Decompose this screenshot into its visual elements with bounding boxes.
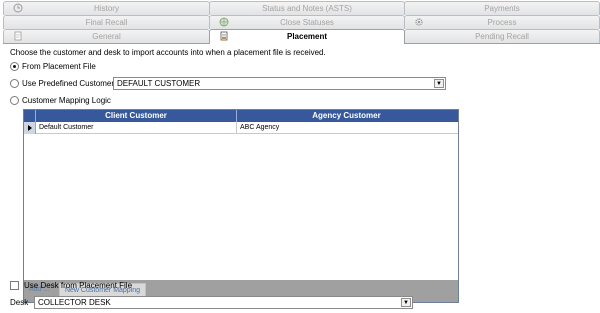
chevron-down-icon[interactable]: ▼: [401, 298, 411, 307]
tab-row-3: General Placement Pending Recall: [3, 29, 600, 44]
gear-icon: [415, 18, 423, 26]
column-header-client-customer[interactable]: Client Customer: [36, 110, 237, 122]
tab-payments[interactable]: Payments: [404, 1, 600, 15]
tab-process-label: Process: [487, 18, 517, 27]
grid-header-corner: [24, 110, 36, 122]
predefined-customer-label: Use Predefined Customer: [22, 79, 115, 88]
row-selector-arrow-icon[interactable]: [24, 122, 36, 134]
tab-row-1: History Status and Notes (ASTS) Payments: [3, 1, 600, 15]
tab-final-recall[interactable]: Final Recall: [3, 15, 210, 29]
document-icon: [14, 31, 22, 41]
use-desk-checkbox[interactable]: Use Desk from Placement File: [10, 281, 132, 290]
table-row[interactable]: Default Customer ABC Agency: [24, 122, 458, 134]
desk-select[interactable]: COLLECTOR DESK ▼: [34, 296, 413, 309]
grid-header: Client Customer Agency Customer: [24, 110, 458, 122]
tab-payments-label: Payments: [484, 4, 520, 13]
tab-placement[interactable]: Placement: [209, 29, 405, 44]
customer-mapping-grid: Client Customer Agency Customer Default …: [23, 109, 459, 303]
tab-pending-recall[interactable]: Pending Recall: [404, 29, 600, 43]
column-header-agency-customer[interactable]: Agency Customer: [237, 110, 456, 122]
from-placement-file-radio[interactable]: From Placement File: [10, 62, 96, 71]
customer-mapping-label: Customer Mapping Logic: [22, 96, 111, 105]
history-icon: [13, 3, 23, 13]
instruction-text: Choose the customer and desk to import a…: [10, 48, 326, 57]
globe-icon: [219, 17, 229, 27]
tab-history[interactable]: History: [3, 1, 210, 15]
tab-placement-label: Placement: [286, 32, 328, 41]
tab-status-notes-label: Status and Notes (ASTS): [262, 4, 352, 13]
tab-history-label: History: [94, 4, 119, 13]
tab-row-2: Final Recall Close Statuses Process: [3, 15, 600, 29]
tab-process[interactable]: Process: [404, 15, 600, 29]
desk-label: Desk: [10, 298, 29, 307]
tab-pending-recall-label: Pending Recall: [475, 32, 529, 41]
tab-final-recall-label: Final Recall: [85, 18, 128, 27]
tab-status-notes[interactable]: Status and Notes (ASTS): [209, 1, 405, 15]
chevron-down-icon[interactable]: ▼: [434, 79, 444, 88]
cell-agency-customer[interactable]: ABC Agency: [237, 122, 456, 133]
tab-close-statuses[interactable]: Close Statuses: [209, 15, 405, 29]
placement-icon: [220, 31, 228, 41]
tab-close-statuses-label: Close Statuses: [280, 18, 334, 27]
customer-mapping-radio[interactable]: Customer Mapping Logic: [10, 96, 111, 105]
tab-general[interactable]: General: [3, 29, 210, 43]
desk-value: COLLECTOR DESK: [38, 298, 111, 307]
use-desk-checkbox-label: Use Desk from Placement File: [24, 281, 133, 290]
from-placement-file-label: From Placement File: [22, 62, 96, 71]
predefined-customer-value: DEFAULT CUSTOMER: [117, 79, 201, 88]
predefined-customer-select[interactable]: DEFAULT CUSTOMER ▼: [113, 77, 446, 90]
placement-panel: Choose the customer and desk to import a…: [3, 43, 600, 313]
radio-selected-indicator[interactable]: [10, 62, 19, 71]
checkbox-box[interactable]: [10, 281, 19, 290]
predefined-customer-radio[interactable]: Use Predefined Customer: [10, 79, 114, 88]
cell-client-customer[interactable]: Default Customer: [36, 122, 237, 133]
radio-unselected-indicator[interactable]: [10, 79, 19, 88]
tab-general-label: General: [92, 32, 121, 41]
radio-unselected-indicator[interactable]: [10, 96, 19, 105]
